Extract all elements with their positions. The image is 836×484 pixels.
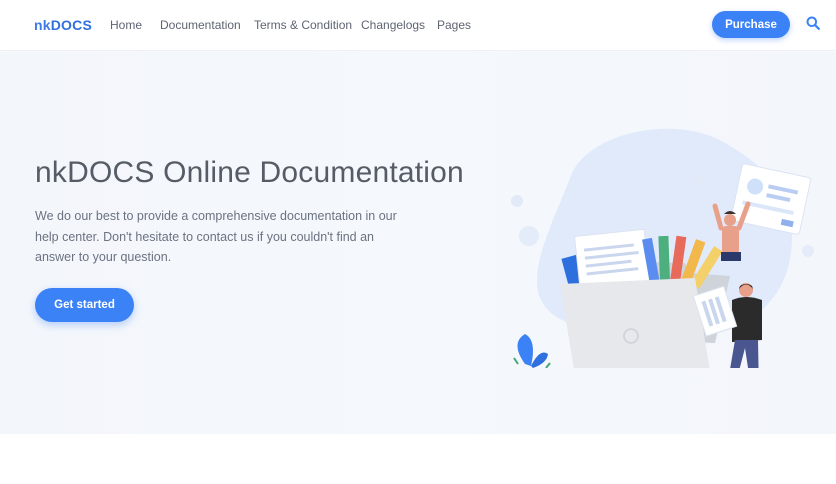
nav-changelogs-link[interactable]: Changelogs	[361, 18, 425, 32]
site-logo[interactable]: nkDOCS	[34, 17, 92, 33]
purchase-button[interactable]: Purchase	[712, 11, 790, 38]
logo-prefix: nk	[34, 17, 51, 33]
decor-bubble	[802, 245, 814, 257]
nav-terms-link[interactable]: Terms & Condition	[254, 18, 352, 32]
plant-decoration	[513, 334, 551, 368]
get-started-button[interactable]: Get started	[35, 288, 134, 322]
nav-home-link[interactable]: Home	[110, 18, 142, 32]
navbar: nkDOCS Home Documentation Terms & Condit…	[0, 0, 836, 51]
page-bottom-area	[0, 434, 836, 484]
search-icon	[806, 16, 820, 30]
nav-pages-link[interactable]: Pages	[437, 18, 471, 32]
folder-front	[560, 278, 710, 368]
decor-bubble	[511, 195, 523, 207]
search-button[interactable]	[804, 15, 822, 33]
logo-name: DOCS	[50, 17, 92, 33]
hero-section: nkDOCS Online Documentation We do our be…	[0, 52, 836, 434]
hero-title: nkDOCS Online Documentation	[35, 156, 464, 189]
decor-bubble	[519, 226, 539, 246]
hero-description: We do our best to provide a comprehensiv…	[35, 209, 397, 264]
nav-documentation-link[interactable]: Documentation	[160, 18, 241, 32]
documentation-illustration	[511, 128, 814, 368]
decor-bubble	[693, 175, 705, 187]
